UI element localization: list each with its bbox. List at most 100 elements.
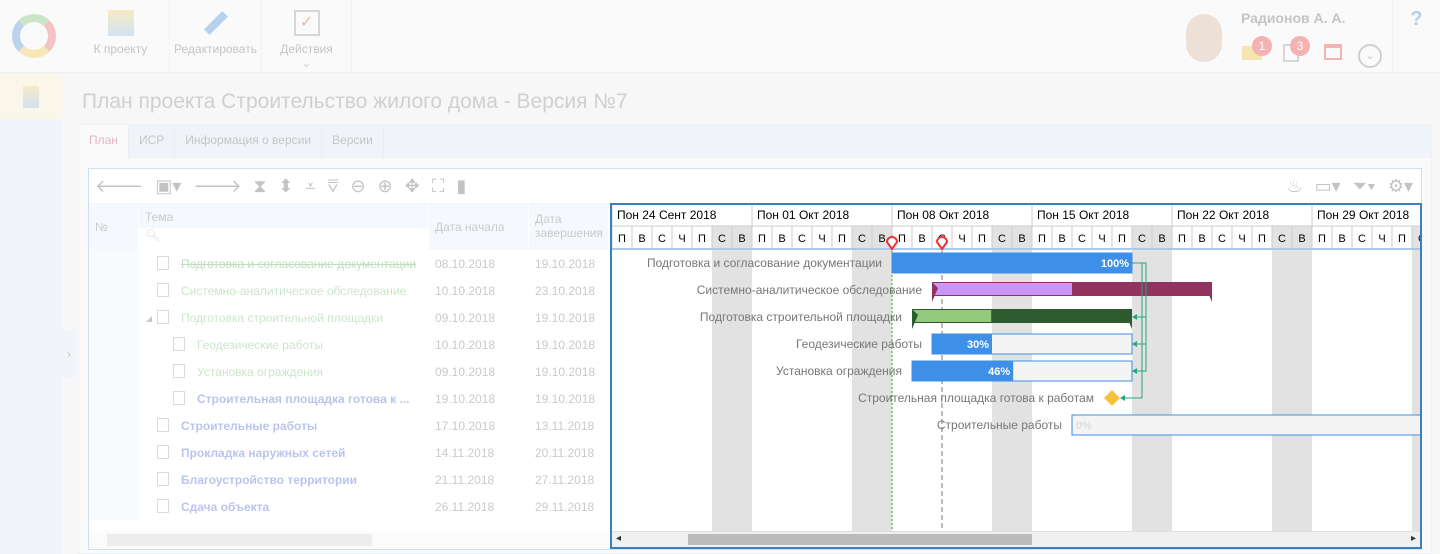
day-label: Ч — [818, 233, 825, 245]
expand-add-icon[interactable]: ⩢ — [328, 176, 339, 197]
user-menu-chevron-icon[interactable]: ⌄ — [1358, 44, 1382, 68]
table-row[interactable]: 1Подготовка и согласование документации0… — [89, 250, 609, 277]
filter-icon[interactable]: ⏷▾ — [1353, 176, 1376, 197]
start-date: 10.10.2018 — [435, 338, 496, 352]
task-topic[interactable]: Сдача объекта — [181, 500, 269, 514]
fit-screen-icon[interactable]: ⛶ — [432, 176, 445, 197]
gantt-horizontal-scrollbar[interactable]: ◂ ▸ — [612, 531, 1420, 547]
avatar[interactable] — [1186, 14, 1222, 62]
tab-version-info[interactable]: Информация о версии — [175, 125, 323, 158]
task-topic[interactable]: Благоустройство территории — [181, 473, 357, 487]
day-label: П — [898, 233, 906, 245]
task-topic[interactable]: Подготовка и согласование документации — [181, 257, 416, 271]
arrow-left-icon[interactable]: 🡐 — [95, 176, 143, 197]
weekend-column — [1012, 226, 1032, 546]
day-label: С — [718, 233, 726, 245]
table-row[interactable]: 5Прокладка наружных сетей14.11.201820.11… — [89, 439, 609, 466]
actions-button[interactable]: ✓ Действия ⌄ — [262, 0, 352, 73]
task-icon — [173, 364, 185, 378]
column-header-topic[interactable]: Тема 🔍︎ — [139, 204, 429, 250]
table-row[interactable]: 3.3Строительная площадка готова к ...19.… — [89, 385, 609, 412]
start-date: 26.11.2018 — [435, 500, 495, 514]
end-date: 19.10.2018 — [535, 365, 596, 379]
end-date: 23.10.2018 — [535, 284, 596, 298]
task-bar-label: Строительные работы — [937, 418, 1062, 432]
day-label: Ч — [1238, 233, 1245, 245]
task-bar[interactable] — [1071, 414, 1420, 436]
collapse-all-icon[interactable]: ⧗ — [254, 176, 267, 197]
grid-horizontal-scrollbar[interactable] — [89, 531, 609, 549]
start-date: 09.10.2018 — [435, 311, 496, 325]
calendar-dropdown-icon[interactable]: ▣▾ — [155, 176, 181, 197]
task-bar-label: Строительная площадка готова к работам — [858, 391, 1094, 405]
scroll-left-icon[interactable]: ◂ — [616, 533, 621, 544]
table-row[interactable]: 2Системно-аналитическое обследование10.1… — [89, 277, 609, 304]
scroll-right-icon[interactable]: ▸ — [1411, 533, 1416, 544]
task-topic[interactable]: Строительные работы — [181, 419, 317, 433]
progress-label: 100% — [1101, 258, 1129, 270]
tab-wbs[interactable]: ИСР — [129, 125, 176, 158]
start-date: 17.10.2018 — [435, 419, 496, 433]
day-label: В — [878, 233, 885, 245]
move-icon[interactable]: ✥ — [405, 176, 420, 197]
chart-icon[interactable]: ▮ — [456, 176, 466, 197]
expand-icon[interactable]: ⬍ — [278, 176, 293, 197]
day-label: В — [1338, 233, 1345, 245]
table-row[interactable]: 4Строительные работы17.10.201813.11.2018 — [89, 412, 609, 439]
column-header-number[interactable]: № — [89, 204, 139, 250]
collapse-icon[interactable]: ⩡ — [305, 176, 315, 197]
topic-search-input[interactable]: 🔍︎ — [139, 228, 428, 250]
tab-versions[interactable]: Версии — [322, 125, 384, 158]
weekend-column — [872, 226, 892, 546]
table-row[interactable]: 3.2Установка ограждения09.10.201819.10.2… — [89, 358, 609, 385]
sidebar-expand-handle[interactable]: › — [62, 330, 76, 378]
column-header-start-date[interactable]: Дата начала — [429, 204, 529, 250]
day-label: П — [1398, 233, 1406, 245]
tab-plan[interactable]: План — [79, 125, 129, 158]
to-project-button[interactable]: К проекту — [72, 0, 170, 73]
clipboard-check-icon: ✓ — [293, 10, 320, 36]
arrow-right-icon[interactable]: 🡒 — [193, 176, 241, 197]
day-label: С — [1078, 233, 1086, 245]
critical-path-fire-icon[interactable]: ♨ — [1286, 176, 1302, 197]
table-row[interactable]: 3◢Подготовка строительной площадки09.10.… — [89, 304, 609, 331]
user-name[interactable]: Радионов А. А. — [1241, 10, 1345, 26]
pencil-icon — [203, 10, 228, 36]
sidebar-item-project-plan[interactable] — [0, 74, 62, 119]
help-button[interactable]: ? — [1392, 0, 1440, 73]
end-date: 27.11.2018 — [535, 473, 595, 487]
task-topic[interactable]: Подготовка строительной площадки — [181, 311, 383, 325]
task-topic[interactable]: Строительная площадка готова к ... — [197, 392, 410, 406]
week-label: Пон 08 Окт 2018 — [897, 208, 990, 222]
table-row[interactable]: 3.1Геодезические работы10.10.201819.10.2… — [89, 331, 609, 358]
day-label: П — [1318, 233, 1326, 245]
date-marker-icon[interactable] — [935, 236, 949, 251]
milestone-diamond[interactable] — [1104, 390, 1120, 406]
calendar-icon[interactable] — [1324, 44, 1342, 60]
task-topic[interactable]: Геодезические работы — [197, 338, 323, 352]
task-icon — [157, 283, 169, 297]
day-label: Ч — [1378, 233, 1385, 245]
day-label: П — [978, 233, 986, 245]
edit-button[interactable]: Редактировать — [170, 0, 262, 73]
start-date: 08.10.2018 — [435, 257, 496, 271]
zoom-out-icon[interactable]: ⊖ — [350, 176, 365, 197]
table-row[interactable]: 6Благоустройство территории21.11.201827.… — [89, 466, 609, 493]
task-icon — [157, 418, 169, 432]
column-header-end-date[interactable]: Дата завершения — [529, 204, 609, 250]
day-label: С — [858, 233, 866, 245]
calendar-icon[interactable]: ▭▾ — [1315, 176, 1341, 197]
chevron-down-icon: ⌄ — [301, 56, 312, 70]
day-label: В — [638, 233, 645, 245]
task-topic[interactable]: Системно-аналитическое обследование — [181, 284, 406, 298]
task-topic[interactable]: Установка ограждения — [197, 365, 323, 379]
settings-gear-icon[interactable]: ⚙▾ — [1388, 176, 1413, 197]
app-logo[interactable] — [12, 14, 56, 58]
table-row[interactable]: 7Сдача объекта26.11.201829.11.2018 — [89, 493, 609, 520]
task-topic[interactable]: Прокладка наружных сетей — [181, 446, 345, 460]
task-icon — [157, 472, 169, 486]
progress-label: 30% — [967, 339, 989, 351]
collapse-toggle-icon[interactable]: ◢ — [146, 314, 152, 323]
day-label: П — [1038, 233, 1046, 245]
zoom-in-icon[interactable]: ⊕ — [378, 176, 393, 197]
